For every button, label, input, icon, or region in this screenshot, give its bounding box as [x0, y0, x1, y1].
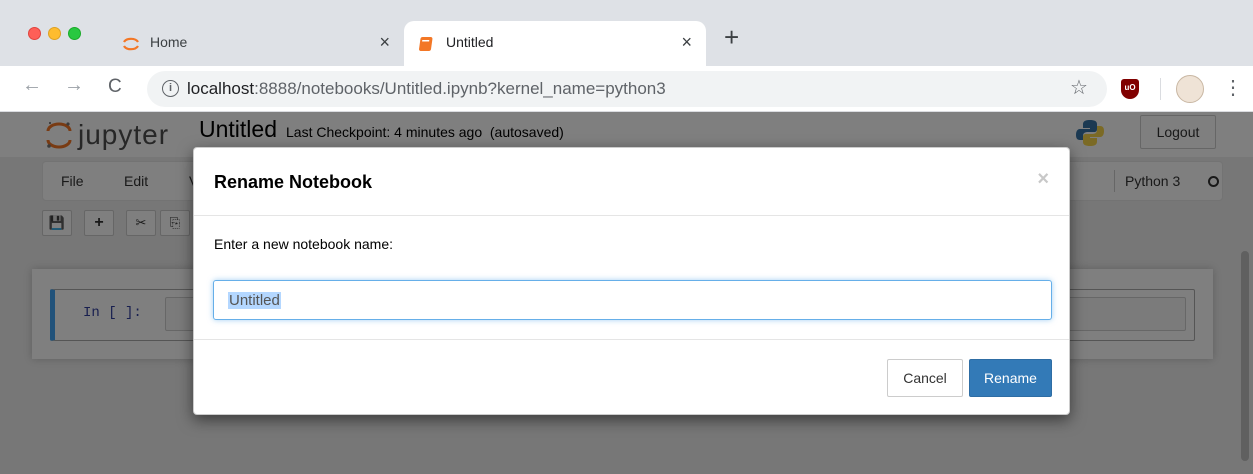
new-tab-button[interactable]: +: [724, 22, 739, 53]
dialog-close-icon[interactable]: ×: [1037, 168, 1049, 191]
tab-home[interactable]: Home ×: [108, 21, 404, 66]
site-info-icon[interactable]: i: [162, 80, 179, 97]
jupyter-favicon-icon: [123, 37, 139, 51]
dialog-header: Rename Notebook ×: [194, 148, 1069, 216]
minimize-window-button[interactable]: [48, 27, 61, 40]
ublock-extension-icon[interactable]: uO: [1121, 79, 1139, 99]
back-arrow-icon[interactable]: ←: [22, 74, 42, 97]
notebook-name-input-value: Untitled: [228, 292, 281, 309]
url-text[interactable]: localhost:8888/notebooks/Untitled.ipynb?…: [187, 79, 666, 99]
address-bar[interactable]: i localhost:8888/notebooks/Untitled.ipyn…: [147, 71, 1107, 107]
tab-untitled[interactable]: Untitled ×: [404, 21, 706, 66]
browser-menu-icon[interactable]: ⋮: [1223, 75, 1243, 100]
close-window-button[interactable]: [28, 27, 41, 40]
url-path: :8888/notebooks/Untitled.ipynb?kernel_na…: [254, 79, 666, 98]
tab-title: Home: [150, 34, 188, 50]
dialog-title: Rename Notebook: [214, 172, 373, 192]
browser-tab-bar: Home × Untitled × +: [0, 0, 1253, 66]
browser-toolbar: ← → C i localhost:8888/notebooks/Untitle…: [0, 66, 1253, 112]
url-host: localhost: [187, 79, 255, 98]
notebook-favicon-icon: [419, 37, 433, 51]
notebook-name-label: Enter a new notebook name:: [214, 236, 394, 252]
tab-close-icon[interactable]: ×: [379, 32, 390, 53]
reload-icon[interactable]: C: [108, 76, 122, 98]
dialog-body: Enter a new notebook name: Untitled: [194, 216, 1069, 340]
rename-button[interactable]: Rename: [969, 359, 1052, 397]
rename-notebook-dialog: Rename Notebook × Enter a new notebook n…: [193, 147, 1070, 415]
forward-arrow-icon[interactable]: →: [64, 74, 84, 97]
toolbar-divider: [1160, 78, 1161, 100]
tab-close-icon[interactable]: ×: [681, 32, 692, 53]
maximize-window-button[interactable]: [68, 27, 81, 40]
notebook-name-input[interactable]: [213, 280, 1052, 320]
tab-title: Untitled: [446, 34, 494, 50]
profile-avatar[interactable]: [1176, 75, 1204, 103]
dialog-footer: Cancel Rename: [194, 340, 1069, 416]
cancel-button[interactable]: Cancel: [887, 359, 963, 397]
bookmark-star-icon[interactable]: ☆: [1070, 75, 1088, 100]
